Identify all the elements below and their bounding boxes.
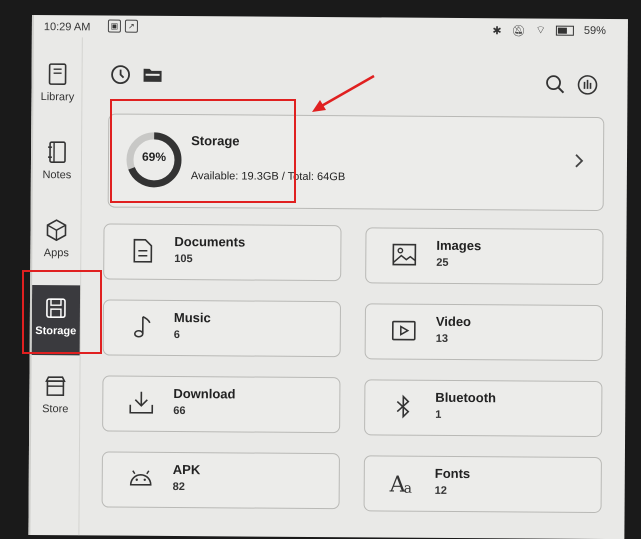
music-note-icon [128, 313, 156, 341]
download-icon [127, 389, 155, 417]
search-icon[interactable] [544, 74, 566, 96]
category-count: 13 [436, 333, 448, 345]
category-name: Music [174, 310, 211, 325]
category-tile-bluetooth[interactable]: Bluetooth 1 [364, 379, 602, 437]
svg-text:a: a [404, 481, 412, 497]
category-name: Bluetooth [435, 390, 496, 405]
storage-analysis-icon[interactable] [576, 74, 598, 96]
storage-summary-card[interactable]: 69% Storage Available: 19.3GB / Total: 6… [108, 114, 605, 211]
category-name: Download [173, 386, 235, 401]
document-icon [128, 237, 156, 265]
sidebar: Library Notes Apps S [30, 37, 82, 535]
sidebar-item-label: Apps [44, 247, 69, 259]
bluetooth-status-icon: ✱ [492, 24, 501, 37]
category-tile-download[interactable]: Download 66 [102, 376, 340, 434]
notification-icon: ▣ [108, 20, 121, 33]
category-tile-music[interactable]: Music 6 [103, 300, 341, 358]
image-icon [390, 241, 418, 269]
screenshot-icon: ↗ [125, 20, 138, 33]
wifi-icon: ⌔ [535, 24, 545, 38]
category-name: Video [436, 314, 471, 329]
sidebar-item-label: Store [42, 403, 68, 415]
category-tile-documents[interactable]: Documents 105 [103, 224, 341, 282]
storage-title: Storage [191, 133, 240, 148]
category-name: APK [173, 462, 201, 477]
sidebar-item-storage[interactable]: Storage [32, 285, 80, 355]
category-name: Documents [174, 234, 245, 249]
storage-detail: Available: 19.3GB / Total: 64GB [191, 170, 345, 183]
battery-icon [556, 26, 574, 36]
category-name: Fonts [435, 466, 470, 481]
video-play-icon [390, 317, 418, 345]
category-count: 82 [173, 481, 185, 493]
font-icon: A a [389, 469, 417, 497]
shop-icon [42, 373, 68, 399]
battery-percent: 59% [584, 25, 606, 37]
category-tile-fonts[interactable]: A a Fonts 12 [364, 455, 602, 513]
category-count: 6 [174, 329, 180, 341]
sidebar-item-label: Notes [42, 169, 71, 181]
chevron-right-icon [573, 153, 585, 169]
category-tile-video[interactable]: Video 13 [365, 303, 603, 361]
clock-time: 10:29 AM [44, 21, 91, 33]
category-count: 12 [435, 485, 447, 497]
category-count: 66 [173, 405, 185, 417]
category-name: Images [436, 238, 481, 253]
storage-percent: 69% [124, 150, 184, 164]
notebook-icon [44, 139, 70, 165]
sidebar-item-label: Library [41, 91, 75, 103]
sidebar-item-notes[interactable]: Notes [33, 129, 81, 195]
status-bar: 10:29 AM ▣ ↗ ✱ 🔕︎ ⌔ 59% [34, 15, 628, 41]
folder-icon[interactable] [142, 64, 164, 86]
sidebar-item-apps[interactable]: Apps [32, 207, 80, 273]
category-count: 105 [174, 253, 192, 265]
do-not-disturb-icon: 🔕︎ [512, 24, 526, 37]
category-count: 25 [436, 257, 448, 269]
floppy-disk-icon [43, 295, 69, 321]
category-tile-apk[interactable]: APK 82 [102, 451, 340, 509]
storage-usage-donut: 69% [124, 130, 184, 190]
category-count: 1 [435, 409, 441, 421]
category-tile-images[interactable]: Images 25 [365, 227, 603, 285]
android-icon [127, 465, 155, 493]
sidebar-item-store[interactable]: Store [31, 363, 79, 429]
sidebar-item-label: Storage [35, 325, 76, 337]
sidebar-item-library[interactable]: Library [33, 51, 81, 117]
annotation-arrow [300, 70, 380, 120]
cube-icon [43, 217, 69, 243]
book-icon [44, 61, 70, 87]
bluetooth-icon [389, 393, 417, 421]
clock-icon[interactable] [110, 64, 132, 86]
